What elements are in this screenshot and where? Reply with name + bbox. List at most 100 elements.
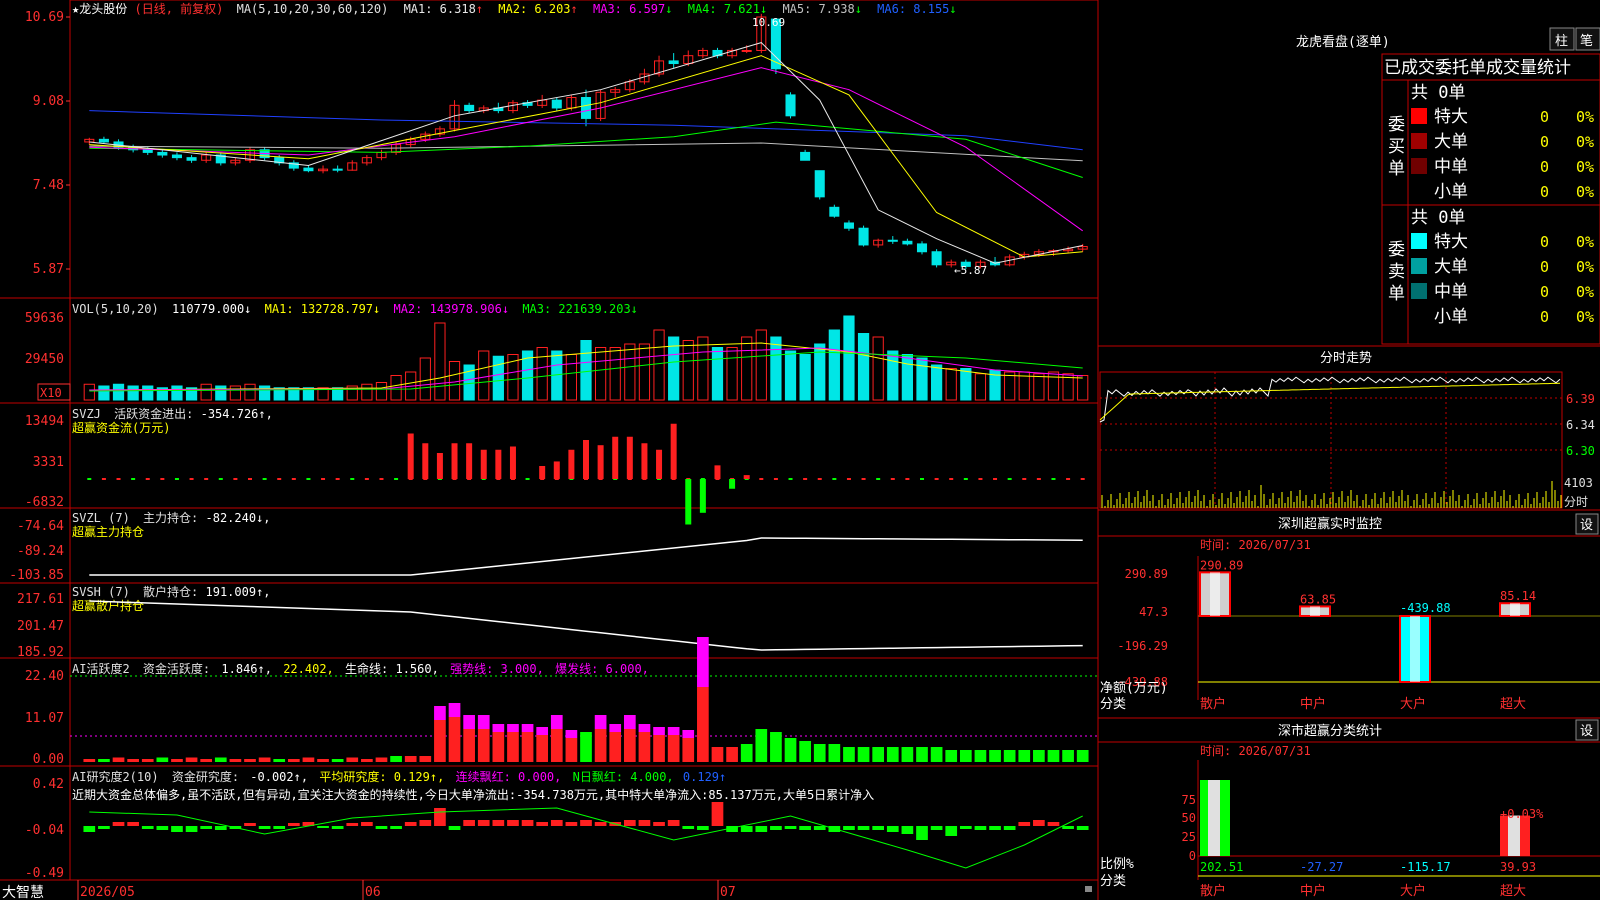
- volume-bars: [83, 315, 1089, 401]
- candle-body: [902, 240, 913, 245]
- ai-research-bar: [1076, 826, 1089, 830]
- svzj-dot: [934, 478, 939, 480]
- ai-activity-top: [682, 730, 695, 738]
- ai-research-bar: [244, 823, 256, 826]
- vol-ma2: MA2: 143978.906↓: [393, 302, 509, 316]
- volume-bar: [741, 336, 753, 401]
- ai-activity-bar: [112, 757, 125, 762]
- svg-text:比例%: 比例%: [1100, 857, 1134, 872]
- period-label[interactable]: (日线, 前复权): [134, 1, 223, 16]
- low-price-label: ←5.87: [954, 264, 987, 277]
- svg-text:笔[interactable]: 笔: [1580, 33, 1593, 49]
- svzj-dot: [204, 478, 209, 480]
- svzj-bar: [539, 466, 546, 479]
- volume-bar: [112, 383, 125, 401]
- ai-research-bar: [273, 826, 286, 829]
- ai-research-bar: [287, 823, 300, 826]
- ai-research-bar: [697, 826, 709, 830]
- svzj-dot: [1051, 478, 1056, 480]
- ai-activity-bar: [361, 759, 373, 762]
- side-label-char: 卖: [1388, 262, 1405, 282]
- candlesticks[interactable]: [84, 13, 1088, 269]
- sz-monitor-bars: 290.89 散户 63.85 中户 -439.88 大户 85.14 超大: [1199, 558, 1536, 712]
- order-color-swatch: [1411, 133, 1427, 149]
- svzj-dot: [145, 478, 150, 480]
- sz-monitor-y-axis: 290.89 47.3 -196.29 -439.88: [1117, 567, 1168, 689]
- ai-research-bar: [1047, 822, 1060, 826]
- ma5-value: MA5: 7.938: [782, 2, 854, 16]
- ai-research-header: AI研究度2(10) 资金研究度: -0.002↑, 平均研究度: 0.129↑…: [72, 769, 726, 784]
- volume-bar: [536, 347, 548, 401]
- order-percent: 0%: [1576, 183, 1594, 201]
- buy-orders: 委买单 共 0单特大 0 0% 大单 0 0% 中单 0 0% 小单 0 0%: [1388, 83, 1594, 202]
- order-color-swatch: [1411, 258, 1427, 274]
- ai-activity-bar: [843, 747, 855, 762]
- ai-activity-top: [463, 715, 475, 729]
- svg-text:柱[interactable]: 柱: [1555, 34, 1568, 49]
- ai-activity-bar: [770, 732, 782, 762]
- sz-monitor-title: 深圳超赢实时监控: [1278, 516, 1382, 532]
- svzj-dot: [87, 478, 92, 480]
- svzj-bar: [699, 479, 706, 513]
- sz-monitor-category: 超大: [1500, 697, 1526, 712]
- ai-research-bar: [390, 826, 402, 829]
- svzj-header: SVZJ 活跃资金进出: -354.726↑,: [72, 406, 273, 421]
- candle-body: [785, 94, 796, 117]
- lock-icon[interactable]: [1085, 886, 1092, 892]
- svzj-bar: [495, 449, 502, 479]
- ai-research-bar: [448, 826, 461, 830]
- x-axis-ticks: [77, 880, 719, 900]
- volume-bar: [930, 364, 943, 401]
- ai-activity-top: [477, 715, 490, 729]
- order-count: 0: [1540, 283, 1549, 301]
- vol-scale-label[interactable]: X10: [40, 386, 62, 400]
- svzj-dot: [350, 478, 355, 480]
- svg-text:3331: 3331: [33, 455, 64, 470]
- svsh-subtitle: 超赢散户持仓: [72, 598, 144, 613]
- order-type-label: 中单: [1434, 157, 1468, 177]
- ai-research-bar: [580, 820, 592, 826]
- candle-body: [887, 239, 898, 242]
- ai-research-bar: [843, 826, 855, 830]
- ai-activity-bar: [229, 759, 242, 762]
- volume-bar: [1004, 371, 1016, 401]
- ai-activity-bar: [959, 750, 972, 762]
- ai-research-bar: [740, 826, 753, 832]
- svsh-line: [89, 600, 1083, 651]
- svzj-dot: [321, 478, 326, 480]
- volume-bar: [609, 347, 621, 401]
- intraday-panel[interactable]: 分时走势 6.39 6.34 6.30 4103 分时: [1098, 345, 1600, 509]
- volume-bar: [361, 383, 373, 401]
- order-percent: 0%: [1576, 258, 1594, 276]
- svg-text:分类: 分类: [1100, 874, 1126, 889]
- ai-research-bar: [916, 826, 928, 840]
- svzj-dot: [876, 478, 881, 480]
- ai-activity-top: [623, 715, 636, 729]
- sz-stats-category: 中户: [1300, 883, 1326, 899]
- svg-text:0.00: 0.00: [33, 752, 64, 767]
- order-color-swatch: [1411, 233, 1427, 249]
- volume-bar: [857, 333, 870, 401]
- svzj-dot: [1022, 478, 1027, 480]
- volume-bar: [945, 368, 957, 401]
- ai-research-bar: [361, 822, 373, 826]
- svzj-dot: [890, 478, 895, 480]
- vol-header: VOL(5,10,20) 110779.000↓ MA1: 132728.797…: [72, 302, 638, 316]
- stock-name[interactable]: ★龙头股份: [72, 2, 127, 16]
- ai-activity-bar: [594, 729, 607, 762]
- svzj-bar: [670, 423, 677, 479]
- ai-research-bar: [623, 820, 636, 826]
- svg-text:设[interactable]: 设: [1580, 518, 1593, 533]
- svzj-dot: [248, 478, 252, 480]
- svzj-bar: [509, 446, 516, 479]
- svzj-dot: [978, 478, 983, 480]
- svg-text:设[interactable]: 设: [1580, 724, 1593, 739]
- sz-monitor-bar-shine: [1210, 572, 1220, 616]
- sz-monitor-value: 290.89: [1200, 558, 1243, 572]
- candle-body: [186, 157, 197, 161]
- svzj-dot: [861, 478, 866, 480]
- svg-text:25: 25: [1182, 830, 1196, 844]
- order-count: 0: [1540, 108, 1549, 126]
- svzj-bar: [714, 465, 721, 479]
- side-label-char: 单: [1388, 159, 1405, 179]
